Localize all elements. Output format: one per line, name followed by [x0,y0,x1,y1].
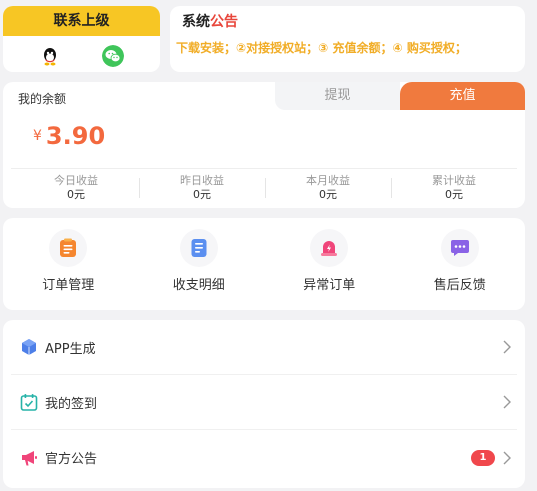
qq-icon[interactable] [39,45,62,67]
document-icon [179,229,218,267]
calendar-check-icon [20,393,38,411]
function-grid: 订单管理 收支明细 异常订单 售后反馈 [3,218,525,310]
menu-item-label: 官方公告 [45,452,98,467]
withdraw-button[interactable]: 提现 [275,82,400,110]
stat-month: 本月收益 0元 [265,174,391,202]
balance-label: 我的余额 [18,92,67,106]
grid-item-abnormal-orders[interactable]: 异常订单 [264,218,395,310]
menu-item-app-generate[interactable]: APP生成 [11,320,517,375]
chat-icon [440,229,479,267]
balance-amount: ¥3.90 [33,122,105,150]
contact-header: 联系上级 [3,6,160,36]
contact-card: 联系上级 [3,6,160,72]
system-notice-card[interactable]: 系统公告 下载安装；②对接授权站；③ 充值余额；④ 购买授权； [170,6,525,72]
unread-badge: 1 [471,449,495,466]
cube-icon [20,338,38,356]
alarm-icon [310,229,349,267]
notice-title: 系统公告 [182,14,238,30]
menu-item-checkin[interactable]: 我的签到 [11,375,517,430]
clipboard-icon [49,229,88,267]
divider [11,168,517,169]
menu-item-label: APP生成 [45,341,96,357]
recharge-button[interactable]: 充值 [400,82,525,110]
balance-value: 3.90 [45,122,106,150]
grid-item-label: 收支明细 [172,278,225,293]
grid-item-feedback[interactable]: 售后反馈 [395,218,526,310]
balance-card: 我的余额 提现 充值 ¥3.90 今日收益 0元 昨日收益 0元 本月收益 0元… [3,82,525,208]
grid-item-label: 售后反馈 [433,278,486,293]
currency-symbol: ¥ [33,128,42,144]
stat-total: 累计收益 0元 [391,174,517,202]
notice-marquee: 下载安装；②对接授权站；③ 充值余额；④ 购买授权； [176,41,467,55]
chevron-right-icon [503,340,511,354]
grid-item-label: 异常订单 [303,278,356,293]
stat-today: 今日收益 0元 [54,174,98,201]
menu-item-announcements[interactable]: 官方公告 1 [11,430,517,485]
grid-item-transactions[interactable]: 收支明细 [134,218,265,310]
grid-item-label: 订单管理 [42,278,95,293]
menu-list: APP生成 我的签到 官方公告 1 [3,320,525,488]
chevron-right-icon [503,395,511,409]
wechat-icon[interactable] [101,45,124,67]
grid-item-orders[interactable]: 订单管理 [3,218,134,310]
chevron-right-icon [503,451,511,464]
menu-item-label: 我的签到 [45,396,98,412]
megaphone-icon [20,449,38,467]
stat-yesterday: 昨日收益 0元 [139,174,265,202]
